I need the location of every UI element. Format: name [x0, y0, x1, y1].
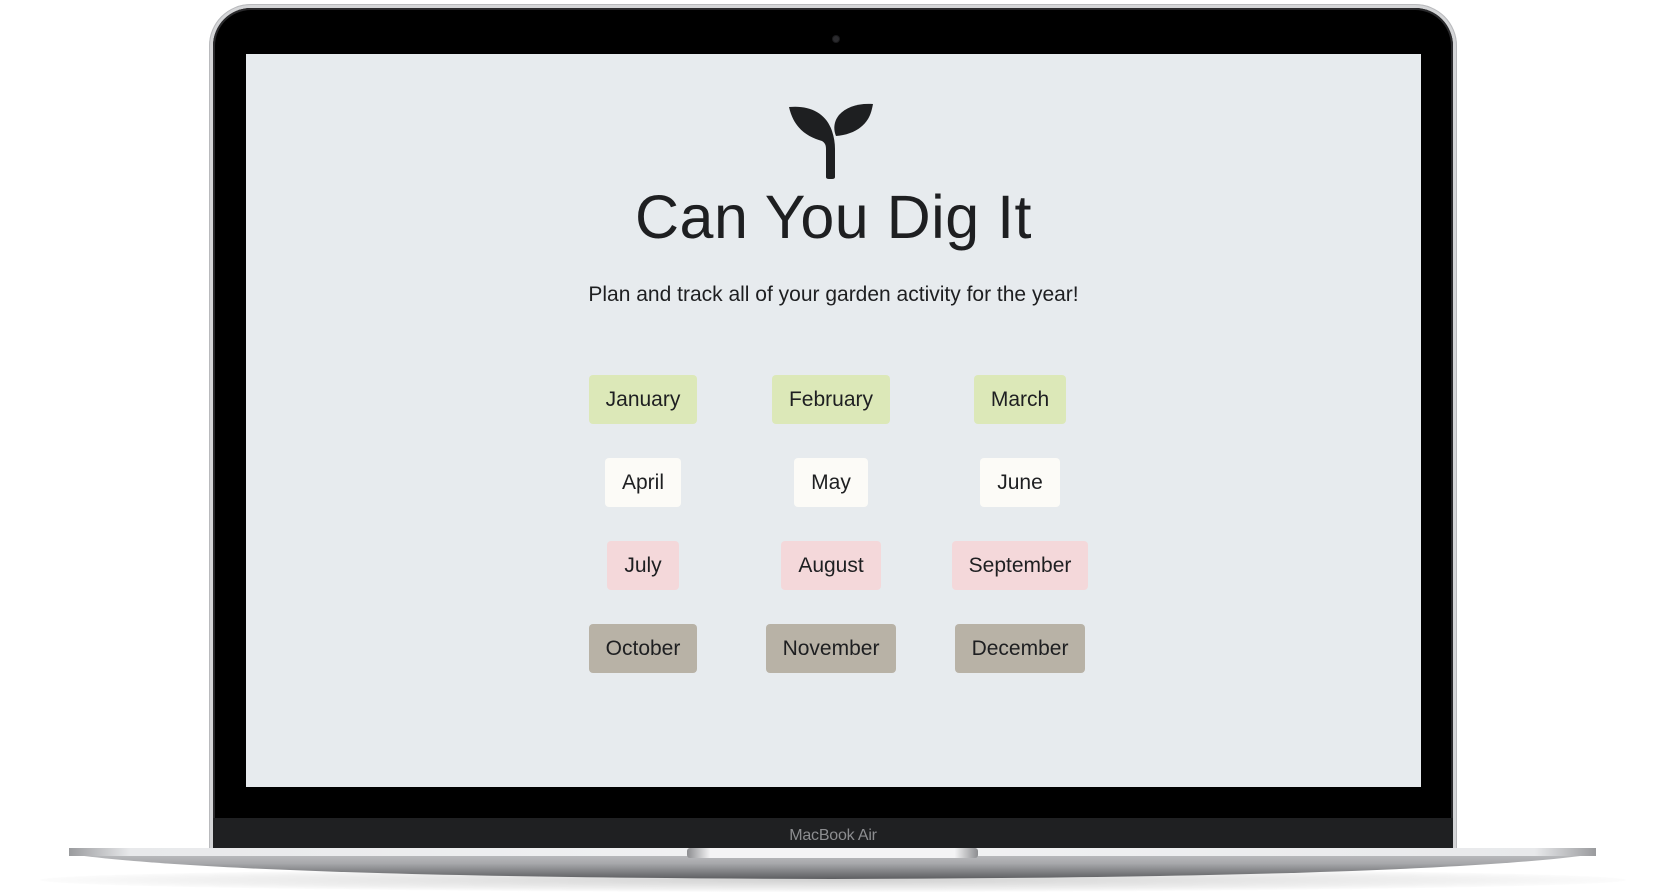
month-button-september[interactable]: September	[951, 541, 1089, 590]
month-row-winter: January February March	[583, 375, 1083, 458]
month-button-june[interactable]: June	[980, 458, 1060, 507]
month-button-december[interactable]: December	[954, 624, 1086, 673]
month-button-november[interactable]: November	[765, 624, 897, 673]
month-row-spring: April May June	[583, 458, 1083, 541]
app-screen: Can You Dig It Plan and track all of you…	[246, 54, 1421, 787]
month-button-october[interactable]: October	[588, 624, 698, 673]
month-button-may[interactable]: May	[794, 458, 868, 507]
month-row-autumn: October November December	[583, 624, 1086, 707]
camera-icon	[833, 36, 839, 42]
month-grid: January February March April May June Ju…	[583, 375, 1089, 707]
page-title: Can You Dig It	[634, 183, 1032, 251]
month-button-february[interactable]: February	[771, 375, 891, 424]
laptop-base	[69, 848, 1596, 879]
month-button-january[interactable]: January	[588, 375, 698, 424]
month-button-april[interactable]: April	[605, 458, 682, 507]
page-subtitle: Plan and track all of your garden activi…	[588, 283, 1079, 306]
month-button-march[interactable]: March	[973, 375, 1067, 424]
month-button-august[interactable]: August	[781, 541, 881, 590]
sprout-icon	[789, 103, 873, 179]
month-row-summer: July August September	[583, 541, 1089, 624]
device-label: MacBook Air	[789, 827, 877, 844]
month-button-july[interactable]: July	[607, 541, 679, 590]
